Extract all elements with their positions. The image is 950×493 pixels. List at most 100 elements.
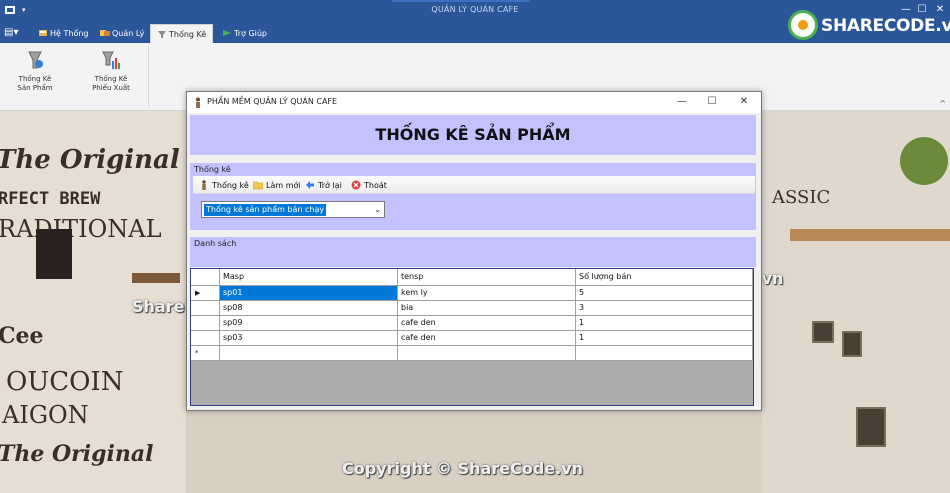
exit-icon [351, 180, 361, 190]
statistics-icon [199, 180, 209, 190]
table-row[interactable]: sp09 cafe den 1 [191, 316, 753, 331]
minimize-icon[interactable]: — [900, 4, 912, 16]
product-datagrid[interactable]: Masp tensp Số lượng bán ▶ sp01 kem ly 5 … [190, 268, 754, 406]
thoat-button[interactable]: Thoát [351, 179, 387, 192]
maximize-icon[interactable]: ☐ [916, 4, 928, 16]
bg-text-the-original-bottom: The Original [0, 441, 154, 467]
column-header-tensp[interactable]: tensp [398, 269, 576, 286]
bg-text-doucoin: OUCOIN [6, 367, 124, 397]
bg-text-traditional: RADITIONAL [0, 215, 162, 243]
page-title: THỐNG KÊ SẢN PHẨM [375, 125, 571, 144]
dialog-titlebar: PHẦN MỀM QUẢN LÝ QUÁN CAFE — ☐ ✕ [187, 92, 761, 113]
row-header[interactable]: * [191, 346, 220, 361]
tab-tro-giup[interactable]: Trợ Giúp [216, 24, 273, 43]
cell-so-luong-ban[interactable]: 3 [576, 301, 753, 316]
cell-masp[interactable]: sp08 [220, 301, 398, 316]
new-row[interactable]: * [191, 346, 753, 361]
cell-tensp[interactable] [398, 346, 576, 361]
cell-so-luong-ban[interactable]: 1 [576, 316, 753, 331]
statistics-icon [157, 26, 167, 38]
stool-image [132, 273, 180, 283]
row-header[interactable] [191, 301, 220, 316]
dialog-close-icon[interactable]: ✕ [737, 95, 751, 109]
column-header-masp[interactable]: Masp [220, 269, 398, 286]
logo-mark-icon [788, 10, 818, 40]
row-header[interactable] [191, 331, 220, 346]
title-accent-bar [392, 0, 530, 2]
tab-quan-ly[interactable]: Quản Lý [94, 24, 150, 43]
back-icon [305, 180, 315, 190]
chevron-down-icon[interactable]: ⌄ [374, 203, 381, 217]
wall-frame [812, 321, 834, 343]
stats-group-label: Thống kê [194, 165, 231, 174]
thong-ke-button[interactable]: Thống kê [199, 179, 249, 192]
collapse-ribbon-button[interactable]: ^ [939, 99, 946, 108]
cell-so-luong-ban[interactable] [576, 346, 753, 361]
wall-frame [856, 407, 886, 447]
button-label: Sản Phẩm [17, 84, 53, 92]
dialog-minimize-icon[interactable]: — [675, 95, 689, 109]
toolbar-label: Trở lại [318, 181, 342, 190]
system-icon [38, 25, 48, 36]
table-row[interactable]: sp08 bia 3 [191, 301, 753, 316]
bg-text-classic: ASSIC [772, 187, 831, 208]
dialog-header-panel: THỐNG KÊ SẢN PHẨM [190, 115, 756, 155]
cell-masp[interactable] [220, 346, 398, 361]
cell-masp[interactable]: sp03 [220, 331, 398, 346]
toolbar-label: Thoát [364, 181, 387, 190]
export-slip-stats-icon [100, 49, 122, 71]
cell-tensp[interactable]: cafe den [398, 331, 576, 346]
grid-corner-cell [191, 269, 220, 286]
row-header[interactable]: ▶ [191, 286, 220, 301]
new-row-icon: * [195, 349, 199, 357]
wall-frame [842, 331, 862, 357]
table-row[interactable]: ▶ sp01 kem ly 5 [191, 286, 753, 301]
logo-text: SHARECODE.vn [821, 16, 950, 36]
bg-text-coffee: Cee [0, 323, 44, 349]
column-header-so-luong-ban[interactable]: Số lượng bán [576, 269, 753, 286]
product-stats-dialog: PHẦN MỀM QUẢN LÝ QUÁN CAFE — ☐ ✕ THỐNG K… [186, 91, 762, 411]
stats-type-combobox[interactable]: Thống kê sản phẩm bán chạy ⌄ [201, 201, 385, 218]
cell-tensp[interactable]: bia [398, 301, 576, 316]
plant-image [900, 137, 948, 185]
bg-text-perfect-brew: RFECT BREW [0, 189, 101, 209]
thong-ke-phieu-xuat-button[interactable]: Thống Kê Phiếu Xuất [82, 49, 140, 99]
list-group-label: Danh sách [194, 239, 237, 248]
cell-tensp[interactable]: kem ly [398, 286, 576, 301]
dialog-maximize-icon[interactable]: ☐ [705, 95, 719, 109]
tab-label: Hệ Thống [50, 29, 89, 38]
button-label: Thống Kê [18, 75, 52, 83]
stats-toolbar: Thống kê Làm mới Trở lại Thoát [193, 176, 755, 194]
refresh-folder-icon [252, 180, 264, 190]
combobox-selected-value: Thống kê sản phẩm bán chạy [204, 204, 327, 216]
grid-header-row: Masp tensp Số lượng bán [191, 269, 753, 286]
tab-label: Trợ Giúp [234, 29, 268, 38]
cell-tensp[interactable]: cafe den [398, 316, 576, 331]
wall-bottom [186, 409, 762, 493]
row-header[interactable] [191, 316, 220, 331]
tab-thong-ke[interactable]: Thống Kê [150, 24, 214, 43]
dialog-title: PHẦN MỀM QUẢN LÝ QUÁN CAFE [207, 97, 338, 106]
current-row-icon: ▶ [195, 289, 201, 297]
button-label: Phiếu Xuất [92, 84, 130, 92]
copyright-watermark: Copyright © ShareCode.vn [342, 459, 584, 478]
table-row[interactable]: sp03 cafe den 1 [191, 331, 753, 346]
ribbon-separator [148, 47, 149, 107]
lam-moi-button[interactable]: Làm mới [252, 179, 301, 192]
app-menu-button[interactable]: ▤▾ [4, 26, 22, 39]
list-groupbox: Danh sách [190, 237, 756, 267]
tab-label: Thống Kê [169, 30, 207, 39]
cafe-person-icon [193, 97, 203, 109]
cell-masp[interactable]: sp09 [220, 316, 398, 331]
close-icon[interactable]: ✕ [934, 4, 946, 16]
thong-ke-san-pham-button[interactable]: Thống Kê Sản Phẩm [6, 49, 64, 99]
cell-masp[interactable]: sp01 [220, 286, 398, 301]
button-label: Thống Kê [94, 75, 128, 83]
tab-he-thong[interactable]: Hệ Thống [32, 24, 94, 43]
table-image [790, 229, 950, 241]
bg-text-the-original: The Original [0, 145, 180, 175]
cell-so-luong-ban[interactable]: 5 [576, 286, 753, 301]
cell-so-luong-ban[interactable]: 1 [576, 331, 753, 346]
tro-lai-button[interactable]: Trở lại [305, 179, 342, 192]
tab-label: Quản Lý [112, 29, 145, 38]
